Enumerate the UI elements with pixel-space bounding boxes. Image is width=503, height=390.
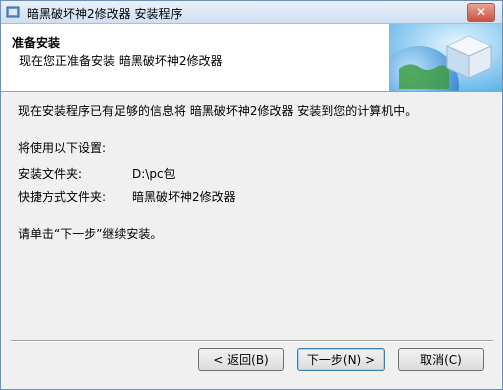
divider xyxy=(11,340,493,342)
page-subtitle: 现在您正准备安装 暗黑破坏神2修改器 xyxy=(19,54,223,68)
installer-app-icon xyxy=(6,6,20,18)
shortcut-folder-value: 暗黑破坏神2修改器 xyxy=(132,190,236,204)
install-folder-label: 安装文件夹: xyxy=(18,167,83,181)
next-button[interactable]: 下一步(N) > xyxy=(297,348,385,371)
close-button[interactable]: ✕ xyxy=(467,3,495,22)
shortcut-folder-label: 快捷方式文件夹: xyxy=(18,190,107,204)
instruction-text: 请单击“下一步”继续安装。 xyxy=(18,227,163,241)
page-title: 准备安装 xyxy=(12,36,61,50)
install-folder-value: D:\pc包 xyxy=(132,167,176,181)
title-bar: 暗黑破坏神2修改器 安装程序 ✕ xyxy=(1,1,502,24)
window-title: 暗黑破坏神2修改器 安装程序 xyxy=(27,7,183,21)
content-area: 现在安装程序已有足够的信息将 暗黑破坏神2修改器 安装到您的计算机中。 将使用以… xyxy=(1,92,502,336)
globe-box-icon xyxy=(389,24,502,91)
intro-text: 现在安装程序已有足够的信息将 暗黑破坏神2修改器 安装到您的计算机中。 xyxy=(18,104,418,118)
back-button[interactable]: < 返回(B) xyxy=(198,348,284,371)
installer-window: 暗黑破坏神2修改器 安装程序 ✕ 准备安装 现在您正准备安装 暗黑破坏神2修改器… xyxy=(0,0,503,390)
cancel-button[interactable]: 取消(C) xyxy=(398,348,484,371)
wizard-header: 准备安装 现在您正准备安装 暗黑破坏神2修改器 xyxy=(1,24,502,92)
settings-heading: 将使用以下设置: xyxy=(18,141,107,155)
